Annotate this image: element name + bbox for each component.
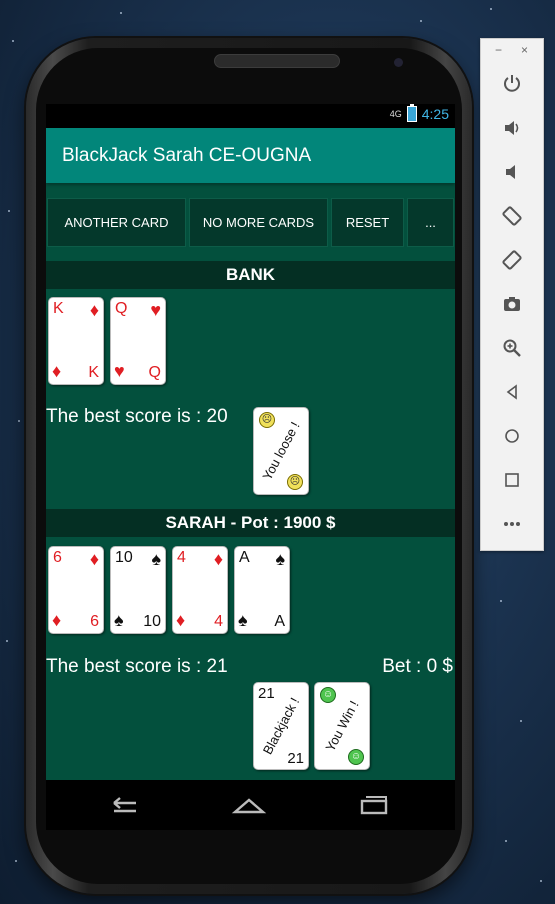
blackjack-card: 21 Blackjack ! 21	[253, 682, 309, 770]
status-bar: 4G 4:25	[46, 104, 455, 128]
reset-button[interactable]: RESET	[331, 198, 404, 247]
no-more-cards-button[interactable]: NO MORE CARDS	[189, 198, 328, 247]
home-icon[interactable]	[231, 792, 267, 818]
card-rank: 10	[143, 613, 161, 630]
card-rank: 6	[53, 549, 62, 566]
overview-icon[interactable]	[500, 468, 524, 492]
bank-result-card: ☹ You loose ! ☹	[253, 407, 309, 495]
blackjack-value: 21	[287, 750, 304, 767]
card-rank: 10	[115, 549, 133, 566]
rotate-left-icon[interactable]	[500, 204, 524, 228]
card-rank: Q	[148, 364, 161, 381]
app-screen: 4G 4:25 BlackJack Sarah CE-OUGNA ANOTHER…	[46, 104, 455, 780]
app-title: BlackJack Sarah CE-OUGNA	[46, 128, 455, 183]
more-icon[interactable]	[500, 512, 524, 536]
player-score-text: The best score is : 21	[46, 656, 228, 677]
more-button[interactable]: ...	[407, 198, 454, 247]
playing-card: A ♠ ♠ A	[234, 546, 290, 634]
player-header: SARAH - Pot : 1900 $	[46, 509, 455, 537]
overview-icon[interactable]	[356, 792, 392, 818]
card-suit: ♠	[151, 549, 161, 569]
card-suit: ♦	[89, 300, 99, 320]
playing-card: Q ♥ ♥ Q	[110, 297, 166, 385]
emulator-panel: − ×	[480, 38, 544, 551]
card-rank: 6	[90, 613, 99, 630]
card-suit: ♦	[176, 610, 186, 630]
signal-icon: 4G	[389, 109, 402, 119]
camera-icon[interactable]	[500, 292, 524, 316]
happy-face-icon: ☺	[348, 749, 364, 765]
card-suit: ♦	[213, 549, 223, 569]
playing-card: 6 ♦ ♦ 6	[48, 546, 104, 634]
card-rank: Q	[115, 300, 128, 317]
minimize-button[interactable]: −	[495, 43, 502, 57]
player-result-card: ☺ You Win ! ☺	[314, 682, 370, 770]
card-rank: K	[53, 300, 64, 317]
status-time: 4:25	[421, 106, 449, 122]
another-card-button[interactable]: ANOTHER CARD	[47, 198, 186, 247]
card-suit: ♦	[52, 361, 62, 381]
volume-up-icon[interactable]	[500, 116, 524, 140]
sad-face-icon: ☹	[287, 474, 303, 490]
card-rank: A	[274, 613, 285, 630]
card-rank: 4	[214, 613, 223, 630]
playing-card: 10 ♠ ♠ 10	[110, 546, 166, 634]
card-suit: ♦	[89, 549, 99, 569]
home-icon[interactable]	[500, 424, 524, 448]
playing-card: K ♦ ♦ K	[48, 297, 104, 385]
phone-camera	[394, 58, 403, 67]
card-suit: ♠	[238, 610, 248, 630]
bank-score-text: The best score is : 20	[46, 406, 228, 427]
bank-header: BANK	[46, 261, 455, 289]
android-nav-bar	[46, 780, 455, 830]
sad-face-icon: ☹	[259, 412, 275, 428]
volume-down-icon[interactable]	[500, 160, 524, 184]
back-icon[interactable]	[500, 380, 524, 404]
phone-speaker	[214, 54, 340, 68]
card-suit: ♥	[150, 300, 161, 320]
action-toolbar: ANOTHER CARD NO MORE CARDS RESET ...	[46, 183, 455, 261]
blackjack-value: 21	[258, 685, 275, 702]
card-suit: ♥	[114, 361, 125, 381]
close-button[interactable]: ×	[521, 43, 528, 57]
card-suit: ♠	[275, 549, 285, 569]
playing-card: 4 ♦ ♦ 4	[172, 546, 228, 634]
power-icon[interactable]	[500, 71, 524, 95]
battery-icon	[406, 104, 417, 122]
blackjack-text: Blackjack !	[259, 695, 303, 757]
bet-text: Bet : 0 $	[382, 656, 453, 677]
happy-face-icon: ☺	[320, 687, 336, 703]
back-icon[interactable]	[106, 792, 142, 818]
rotate-right-icon[interactable]	[500, 248, 524, 272]
card-rank: A	[239, 549, 250, 566]
card-rank: K	[88, 364, 99, 381]
card-suit: ♠	[114, 610, 124, 630]
card-rank: 4	[177, 549, 186, 566]
card-suit: ♦	[52, 610, 62, 630]
zoom-icon[interactable]	[500, 336, 524, 360]
player-result-text: You Win !	[322, 698, 362, 754]
